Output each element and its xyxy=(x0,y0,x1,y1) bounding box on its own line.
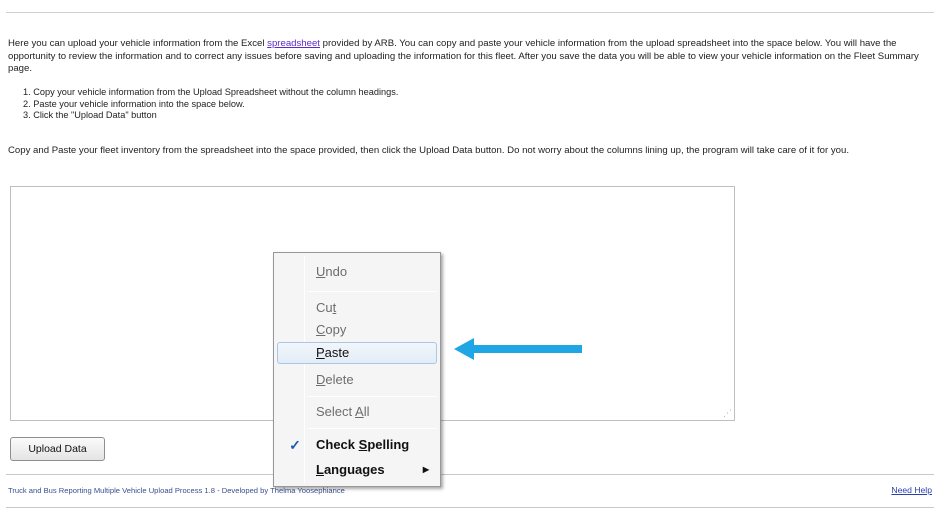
menu-separator xyxy=(307,291,437,292)
top-divider xyxy=(6,12,934,13)
menu-label-post: ndo xyxy=(325,264,348,279)
check-icon: ✓ xyxy=(289,437,301,453)
spreadsheet-link[interactable]: spreadsheet xyxy=(267,38,320,49)
menu-label-key: D xyxy=(316,372,326,387)
chevron-right-icon: ▶ xyxy=(422,465,429,474)
menu-separator xyxy=(307,428,437,429)
context-menu: Undo Cut Copy Paste Delete Select All ✓ C… xyxy=(273,252,441,487)
step-item: 3. Click the "Upload Data" button xyxy=(23,110,157,120)
menu-label-pre: Select xyxy=(316,404,356,419)
menu-label-key: S xyxy=(358,437,368,452)
footer-divider xyxy=(6,474,934,475)
menu-item-check-spelling[interactable]: ✓ Check Spelling xyxy=(277,434,437,456)
menu-label-pre: Cu xyxy=(316,300,333,315)
menu-item-undo[interactable]: Undo xyxy=(277,261,437,283)
menu-item-delete[interactable]: Delete xyxy=(277,369,437,391)
intro-text-start: Here you can upload your vehicle informa… xyxy=(8,38,268,49)
menu-label-key: A xyxy=(355,404,364,419)
menu-label-post: elete xyxy=(325,372,354,387)
menu-item-copy[interactable]: Copy xyxy=(277,319,437,341)
menu-label-key: P xyxy=(316,345,325,360)
menu-label-post: pelling xyxy=(367,437,410,452)
menu-item-paste[interactable]: Paste xyxy=(277,342,437,364)
footer-bottom-divider xyxy=(6,507,934,508)
menu-label-post: ll xyxy=(363,404,370,419)
menu-label-key: U xyxy=(316,264,326,279)
upload-data-button[interactable]: Upload Data xyxy=(10,437,105,461)
upload-page: Here you can upload your vehicle informa… xyxy=(0,0,940,514)
need-help-link[interactable]: Need Help xyxy=(891,485,932,495)
step-item: 2. Paste your vehicle information into t… xyxy=(23,98,245,109)
resize-grip-icon[interactable]: ⋰ xyxy=(722,408,732,418)
menu-label-post: opy xyxy=(325,322,347,337)
step-item: 1. Copy your vehicle information from th… xyxy=(23,87,399,97)
menu-label-post: anguages xyxy=(323,462,385,477)
menu-item-languages[interactable]: Languages ▶ xyxy=(277,459,437,481)
menu-label-pre: Check xyxy=(316,437,359,452)
menu-label-key: C xyxy=(316,322,326,337)
menu-label-key: L xyxy=(316,462,324,477)
menu-label-post: aste xyxy=(324,345,350,360)
footer-credit: Truck and Bus Reporting Multiple Vehicle… xyxy=(8,486,345,495)
arrow-left-icon xyxy=(454,338,582,360)
menu-item-select-all[interactable]: Select All xyxy=(277,401,437,423)
menu-separator xyxy=(307,396,437,397)
paste-instruction: Copy and Paste your fleet inventory from… xyxy=(8,145,849,156)
steps-list: 1. Copy your vehicle information from th… xyxy=(23,87,398,122)
menu-item-cut[interactable]: Cut xyxy=(277,297,437,319)
intro-paragraph: Here you can upload your vehicle informa… xyxy=(8,38,938,76)
menu-label-key: t xyxy=(332,300,337,315)
